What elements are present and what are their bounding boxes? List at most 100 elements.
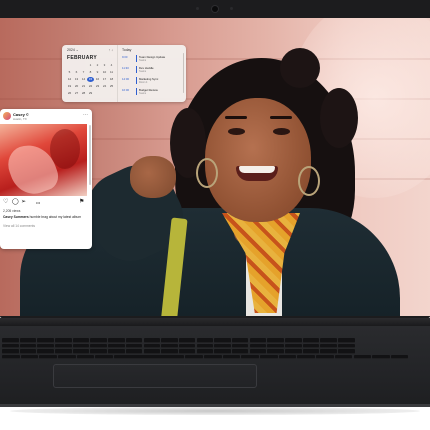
- keyboard-key[interactable]: [19, 349, 37, 354]
- agenda-event[interactable]: 11:30 Dev Huddle Teams: [122, 66, 182, 74]
- calendar-day[interactable]: 20: [73, 84, 80, 89]
- keyboard-key[interactable]: [37, 338, 54, 343]
- keyboard-key[interactable]: [143, 338, 160, 343]
- keyboard-key[interactable]: [320, 349, 337, 354]
- keyboard-key[interactable]: [178, 343, 196, 348]
- keyboard-key[interactable]: [125, 343, 143, 348]
- calendar-day[interactable]: 4: [108, 63, 115, 68]
- keyboard-key[interactable]: [297, 354, 315, 359]
- calendar-day[interactable]: 21: [80, 84, 87, 89]
- keyboard-key[interactable]: [161, 343, 178, 348]
- keyboard-key[interactable]: [125, 349, 143, 354]
- keyboard-key[interactable]: [302, 343, 320, 348]
- agenda-event[interactable]: 9:00 Team Design Update Teams: [122, 55, 182, 63]
- keyboard-key[interactable]: [178, 338, 196, 343]
- calendar-day[interactable]: 16: [94, 77, 101, 82]
- post-scrollbar[interactable]: [89, 125, 91, 185]
- keyboard-key[interactable]: [19, 343, 37, 348]
- bookmark-icon[interactable]: ⚑: [79, 199, 86, 206]
- avatar[interactable]: [3, 112, 11, 120]
- post-photo[interactable]: [0, 124, 87, 196]
- keyboard-key[interactable]: [353, 354, 371, 359]
- keyboard-key[interactable]: [372, 354, 390, 359]
- keyboard-key[interactable]: [267, 343, 284, 348]
- calendar-day[interactable]: 14: [80, 77, 87, 82]
- comment-icon[interactable]: ◯: [12, 199, 19, 206]
- keyboard-key[interactable]: [19, 338, 37, 343]
- view-comments-link[interactable]: View all 14 comments: [3, 224, 35, 228]
- keyboard-key[interactable]: [249, 349, 267, 354]
- keyboard-key[interactable]: [108, 349, 125, 354]
- calendar-day[interactable]: 22: [87, 84, 94, 89]
- keyboard-key[interactable]: [90, 349, 107, 354]
- agenda-event[interactable]: 14:00 Marketing Sync Room 4: [122, 77, 182, 85]
- keyboard-key[interactable]: [108, 338, 125, 343]
- calendar-day[interactable]: 28: [80, 91, 87, 96]
- keyboard-key[interactable]: [2, 354, 20, 359]
- heart-icon[interactable]: ♡: [3, 199, 10, 206]
- keyboard-key[interactable]: [338, 343, 355, 348]
- keyboard-key[interactable]: [2, 343, 19, 348]
- keyboard-key[interactable]: [178, 349, 196, 354]
- keyboard-key[interactable]: [302, 338, 320, 343]
- keyboard-key[interactable]: [316, 354, 334, 359]
- share-icon[interactable]: ➢: [21, 199, 28, 206]
- keyboard-key[interactable]: [338, 338, 355, 343]
- calendar-day[interactable]: 13: [73, 77, 80, 82]
- keyboard-key[interactable]: [285, 338, 302, 343]
- keyboard-key[interactable]: [161, 349, 178, 354]
- keyboard-key[interactable]: [37, 343, 54, 348]
- keyboard-key[interactable]: [390, 354, 409, 359]
- keyboard-key[interactable]: [320, 338, 337, 343]
- keyboard-key[interactable]: [214, 338, 231, 343]
- calendar-day[interactable]: 12: [66, 77, 73, 82]
- keyboard-key[interactable]: [55, 349, 72, 354]
- calendar-day[interactable]: 8: [87, 70, 94, 75]
- keyboard-key[interactable]: [196, 338, 214, 343]
- keyboard-key[interactable]: [185, 354, 203, 359]
- calendar-day[interactable]: 17: [101, 77, 108, 82]
- keyboard-key[interactable]: [72, 343, 90, 348]
- calendar-day[interactable]: 10: [101, 70, 108, 75]
- keyboard-key[interactable]: [108, 343, 125, 348]
- more-icon[interactable]: ⋯: [83, 112, 88, 118]
- keyboard-key[interactable]: [204, 354, 222, 359]
- keyboard-key[interactable]: [55, 343, 72, 348]
- keyboard-key[interactable]: [20, 354, 39, 359]
- keyboard-key[interactable]: [338, 349, 355, 354]
- calendar-widget[interactable]: 2024 ⌄ ↑ ↓ FEBRUARY 1 2 3 4 5 6 7 8 9 10 11 12 13 14 1…: [62, 45, 186, 102]
- keyboard-key[interactable]: [196, 343, 214, 348]
- keyboard-key[interactable]: [278, 354, 297, 359]
- calendar-day[interactable]: 7: [80, 70, 87, 75]
- keyboard-key[interactable]: [39, 354, 57, 359]
- keyboard-key[interactable]: [267, 349, 284, 354]
- keyboard-key[interactable]: [334, 354, 353, 359]
- calendar-day[interactable]: 19: [66, 84, 73, 89]
- keyboard-key[interactable]: [2, 349, 19, 354]
- keyboard-key[interactable]: [241, 354, 259, 359]
- keyboard-key[interactable]: [267, 338, 284, 343]
- keyboard-key[interactable]: [285, 349, 302, 354]
- keyboard-key[interactable]: [214, 349, 231, 354]
- calendar-year-selector[interactable]: 2024 ⌄: [67, 48, 79, 52]
- spacebar-key[interactable]: [114, 354, 185, 359]
- calendar-day[interactable]: 5: [66, 70, 73, 75]
- calendar-day[interactable]: 11: [108, 70, 115, 75]
- keyboard-key[interactable]: [222, 354, 241, 359]
- keyboard-key[interactable]: [196, 349, 214, 354]
- keyboard-key[interactable]: [302, 349, 320, 354]
- keyboard-key[interactable]: [72, 349, 90, 354]
- calendar-day[interactable]: 15: [87, 77, 94, 82]
- keyboard-key[interactable]: [214, 343, 231, 348]
- calendar-day[interactable]: 6: [73, 70, 80, 75]
- keyboard-key[interactable]: [231, 349, 249, 354]
- keyboard-key[interactable]: [125, 338, 143, 343]
- calendar-day[interactable]: 25: [108, 84, 115, 89]
- calendar-day[interactable]: 18: [108, 77, 115, 82]
- keyboard-key[interactable]: [90, 338, 107, 343]
- keyboard-key[interactable]: [249, 343, 267, 348]
- keyboard-key[interactable]: [143, 349, 160, 354]
- calendar-day[interactable]: 29: [87, 91, 94, 96]
- calendar-day[interactable]: 3: [101, 63, 108, 68]
- keyboard-key[interactable]: [37, 349, 54, 354]
